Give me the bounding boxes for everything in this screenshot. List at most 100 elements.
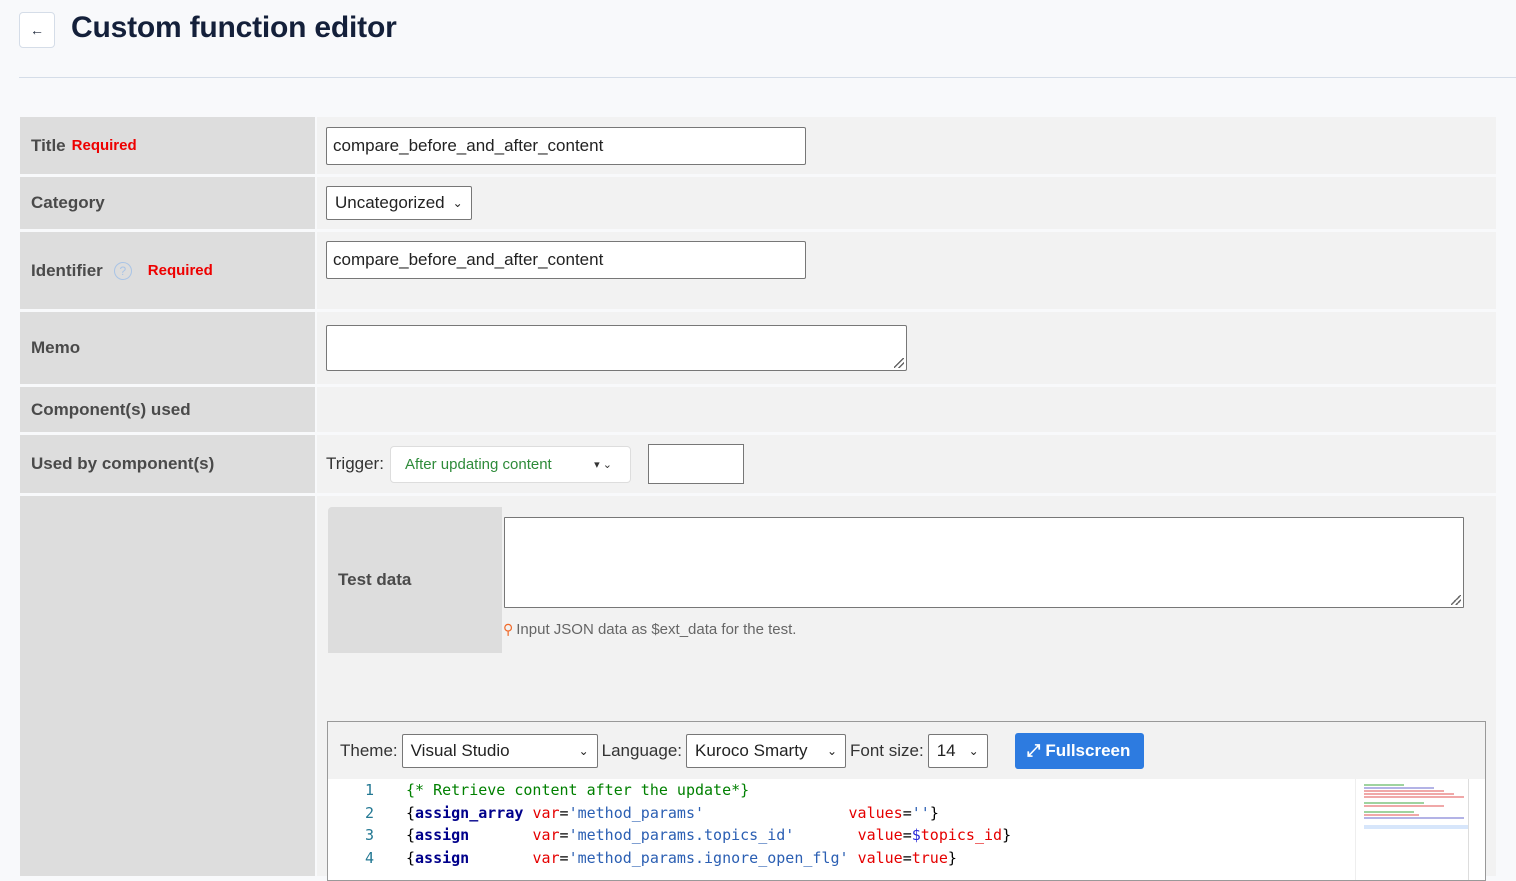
row-used-by: Used by component(s) Trigger: After upda… <box>20 435 1496 493</box>
code-editor: Theme: Visual Studio ⌄ Language: Kuroco … <box>327 721 1486 881</box>
minimap-line <box>1364 784 1404 786</box>
chevron-down-icon: ⌄ <box>826 743 838 758</box>
code-token: { <box>406 849 416 868</box>
code-token: {* Retrieve content after the update*} <box>406 781 750 799</box>
value-category: Uncategorized ⌄ <box>317 177 1496 229</box>
back-button[interactable]: ← <box>19 12 55 48</box>
font-size-selected: 14 <box>936 740 956 760</box>
language-select[interactable]: Kuroco Smarty ⌄ <box>686 733 847 768</box>
resize-grip-icon[interactable] <box>1451 595 1461 605</box>
test-data-textarea[interactable] <box>504 517 1464 608</box>
minimap-line <box>1364 802 1424 804</box>
used-by-label: Used by component(s) <box>31 454 215 473</box>
dropdown-arrows-icon: ▾ ⌄ <box>594 458 612 471</box>
code-text: {* Retrieve content after the update*} <box>374 779 749 802</box>
label-empty <box>20 496 315 876</box>
row-test-data: Test data ⚲ Input JSON data as $ext_data… <box>20 496 1496 881</box>
test-data-label-text: Test data <box>338 570 412 589</box>
code-line[interactable]: 4 {assign var='method_params.ignore_open_… <box>328 847 1485 870</box>
code-token: } <box>929 803 939 822</box>
code-token: = <box>559 803 569 822</box>
minimap[interactable] <box>1355 779 1469 880</box>
label-title: Title Required <box>20 117 315 174</box>
trigger-select[interactable]: After updating content ▾ ⌄ <box>389 445 631 483</box>
font-size-label: Font size: <box>850 740 924 760</box>
code-token: value <box>857 849 903 868</box>
row-title: Title Required compare_before_and_after_… <box>20 117 1496 174</box>
fullscreen-button[interactable]: ⤢ Fullscreen <box>1014 732 1145 769</box>
identifier-label: Identifier <box>31 260 103 280</box>
editor-toolbar: Theme: Visual Studio ⌄ Language: Kuroco … <box>328 722 1485 779</box>
theme-label: Theme: <box>340 740 398 760</box>
code-token: '' <box>911 803 930 822</box>
title-label: Title <box>31 135 66 155</box>
code-lines: 1 {* Retrieve content after the update*} 2… <box>328 779 1485 870</box>
minimap-line <box>1364 790 1444 792</box>
font-size-select[interactable]: 14 ⌄ <box>927 733 988 768</box>
code-token: assign <box>415 826 470 845</box>
language-label: Language: <box>601 740 683 760</box>
code-line[interactable]: 1 {* Retrieve content after the update*} <box>328 779 1485 802</box>
test-data-hint: ⚲ Input JSON data as $ext_data for the t… <box>503 621 796 638</box>
value-memo <box>317 312 1496 384</box>
code-token: assign_array <box>415 803 524 822</box>
memo-textarea[interactable] <box>326 325 907 371</box>
minimap-line <box>1364 805 1444 807</box>
function-form: Title Required compare_before_and_after_… <box>20 117 1496 881</box>
code-token: var <box>532 826 560 845</box>
code-token: = <box>902 803 912 822</box>
page-title: Custom function editor <box>71 11 397 44</box>
code-token: { <box>406 803 416 822</box>
language-selected: Kuroco Smarty <box>695 740 808 760</box>
theme-select[interactable]: Visual Studio ⌄ <box>401 733 598 768</box>
test-data-hint-text: Input JSON data as $ext_data for the tes… <box>516 621 797 638</box>
help-icon[interactable]: ? <box>113 261 132 280</box>
code-token: 'method_params.topics_id' <box>568 826 795 845</box>
code-token: 'method_params.ignore_open_flg' <box>568 849 849 868</box>
chevron-down-icon: ⌄ <box>452 196 463 210</box>
category-select[interactable]: Uncategorized ⌄ <box>326 186 472 220</box>
minimap-viewport[interactable] <box>1364 825 1468 829</box>
required-badge: Required <box>71 137 137 154</box>
code-token: } <box>947 849 957 868</box>
minimap-line <box>1364 793 1454 795</box>
title-input[interactable]: compare_before_and_after_content <box>326 126 806 165</box>
identifier-input[interactable]: compare_before_and_after_content <box>326 241 806 279</box>
code-line[interactable]: 3 {assign var='method_params.topics_id' v… <box>328 824 1485 847</box>
code-token: } <box>1002 826 1012 845</box>
code-token: true <box>911 849 948 868</box>
expand-icon: ⤢ <box>1026 740 1041 760</box>
label-memo: Memo <box>20 312 315 384</box>
minimap-line <box>1364 817 1464 819</box>
code-line[interactable]: 2 {assign_array var='method_params' value… <box>328 802 1485 825</box>
label-components-used: Component(s) used <box>20 387 315 432</box>
resize-grip-icon[interactable] <box>894 358 904 368</box>
code-token: = <box>559 849 569 868</box>
trigger-extra-input[interactable] <box>647 444 744 484</box>
code-token: $ <box>911 826 921 845</box>
label-identifier: Identifier ? Required <box>20 232 315 309</box>
code-token: var <box>532 849 560 868</box>
row-identifier: Identifier ? Required compare_before_and… <box>20 232 1496 309</box>
arrow-left-icon: ← <box>30 22 44 38</box>
code-token: { <box>406 826 416 845</box>
category-selected: Uncategorized <box>335 193 445 212</box>
code-area[interactable]: 1 {* Retrieve content after the update*} 2… <box>328 779 1485 880</box>
value-title: compare_before_and_after_content <box>317 117 1496 174</box>
components-used-label: Component(s) used <box>31 399 191 419</box>
required-badge: Required <box>147 262 213 279</box>
memo-label: Memo <box>31 338 81 357</box>
test-data-label: Test data <box>328 507 502 653</box>
minimap-line <box>1364 796 1464 798</box>
row-components-used: Component(s) used <box>20 387 1496 432</box>
line-number: 1 <box>364 781 374 799</box>
category-label: Category <box>31 193 105 212</box>
code-token: value <box>857 826 903 845</box>
trigger-label: Trigger: <box>326 454 384 473</box>
code-token: var <box>532 803 560 822</box>
